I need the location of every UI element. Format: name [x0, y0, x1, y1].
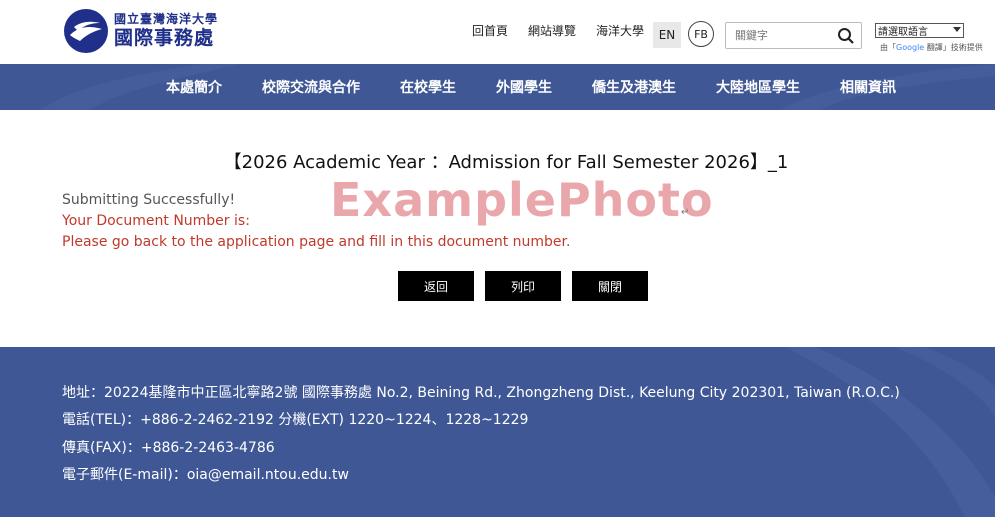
logo-icon: [64, 9, 108, 53]
footer-email[interactable]: 電子郵件(E-mail)：oia@email.ntou.edu.tw: [62, 464, 349, 484]
print-button[interactable]: 列印: [485, 271, 561, 301]
google-note-prefix: 由「: [880, 43, 896, 52]
google-note-suffix: 翻譯」技術提供: [924, 43, 983, 52]
search-input[interactable]: [726, 29, 834, 42]
english-button[interactable]: EN: [653, 22, 681, 48]
nav-item-about[interactable]: 本處簡介: [166, 77, 222, 97]
site-footer: 地址：20224基隆市中正區北寧路2號 國際事務處 No.2, Beining …: [0, 347, 995, 517]
language-select-value: 請選取語言: [878, 27, 928, 38]
watermark: ExamplePhoto: [330, 173, 714, 227]
footer-fax: 傳真(FAX)：+886-2-2463-4786: [62, 440, 275, 456]
back-button[interactable]: 返回: [398, 271, 474, 301]
page-title: 【2026 Academic Year ：Admission for Fall …: [223, 152, 789, 173]
site-header: 國立臺灣海洋大學 國際事務處 回首頁 網站導覽 海洋大學 EN FB 請選取語言…: [0, 0, 995, 64]
footer-address: 地址：20224基隆市中正區北寧路2號 國際事務處 No.2, Beining …: [62, 385, 900, 401]
dropdown-arrow-icon: [953, 25, 961, 36]
footer-phone: 電話(TEL)：+886-2-2462-2192 分機(EXT) 1220~12…: [62, 412, 529, 428]
nav-item-current-students[interactable]: 在校學生: [400, 77, 456, 97]
nav-item-international-students[interactable]: 外國學生: [496, 77, 552, 97]
nav-item-exchange[interactable]: 校際交流與合作: [262, 77, 360, 97]
sitemap-link[interactable]: 網站導覽: [528, 22, 576, 39]
nav-item-related-info[interactable]: 相關資訊: [840, 77, 896, 97]
nav-item-mainland-students[interactable]: 大陸地區學生: [716, 77, 800, 97]
google-logo-text: Google: [896, 43, 925, 52]
logo-office-name: 國際事務處: [114, 27, 215, 49]
nav-item-overseas-chinese[interactable]: 僑生及港澳生: [592, 77, 676, 97]
footer-wave-decoration: [785, 347, 995, 517]
paragraph-mark: ↵: [681, 207, 690, 218]
document-number-label: Your Document Number is:: [62, 213, 250, 229]
success-message: Submitting Successfully!: [62, 192, 236, 208]
search-icon[interactable]: [837, 27, 855, 49]
site-logo[interactable]: 國立臺灣海洋大學 國際事務處: [64, 9, 218, 53]
google-translate-note: 由「Google 翻譯」技術提供: [880, 42, 983, 53]
close-button[interactable]: 關閉: [572, 271, 648, 301]
action-buttons: 返回 列印 關閉: [398, 271, 659, 301]
university-link[interactable]: 海洋大學: [596, 22, 644, 39]
logo-university-name: 國立臺灣海洋大學: [114, 12, 219, 26]
main-nav: 本處簡介 校際交流與合作 在校學生 外國學生 僑生及港澳生 大陸地區學生 相關資…: [0, 64, 995, 110]
language-select[interactable]: 請選取語言: [875, 23, 964, 38]
go-back-message: Please go back to the application page a…: [62, 234, 571, 250]
facebook-button[interactable]: FB: [688, 21, 714, 47]
home-link[interactable]: 回首頁: [472, 22, 508, 39]
search-box: [725, 22, 862, 49]
top-links: 回首頁 網站導覽 海洋大學: [472, 22, 664, 39]
